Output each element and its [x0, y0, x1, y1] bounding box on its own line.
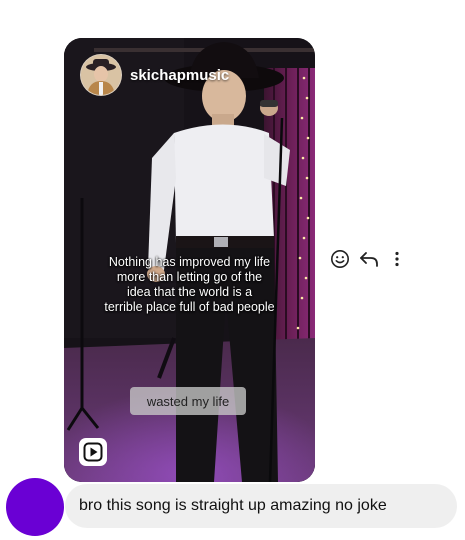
caption-line: Nothing has improved my life — [108, 255, 271, 269]
more-options-icon[interactable] — [394, 250, 400, 268]
shared-reel-post[interactable]: skichapmusic Nothing has improved my lif… — [64, 38, 315, 482]
caption-line: terrible place full of bad people — [104, 300, 275, 314]
profile-avatar-image — [81, 55, 121, 95]
caption-line: more than letting go of the — [116, 270, 263, 284]
reels-play-icon — [79, 438, 107, 466]
caption-line: idea that the world is a — [126, 285, 253, 299]
message-bubble[interactable]: bro this song is straight up amazing no … — [65, 484, 457, 528]
reply-arrow-icon[interactable] — [358, 249, 380, 269]
message-actions — [330, 249, 400, 269]
profile-avatar[interactable] — [80, 54, 122, 96]
emoji-react-icon[interactable] — [330, 249, 350, 269]
lyric-sticker: wasted my life — [130, 387, 246, 415]
reel-caption-overlay: Nothing has improved my life more than l… — [70, 255, 309, 315]
sender-avatar[interactable] — [6, 478, 64, 536]
post-username[interactable]: skichapmusic — [130, 67, 229, 84]
message-text: bro this song is straight up amazing no … — [79, 497, 387, 514]
reel-header[interactable]: skichapmusic — [80, 54, 229, 96]
